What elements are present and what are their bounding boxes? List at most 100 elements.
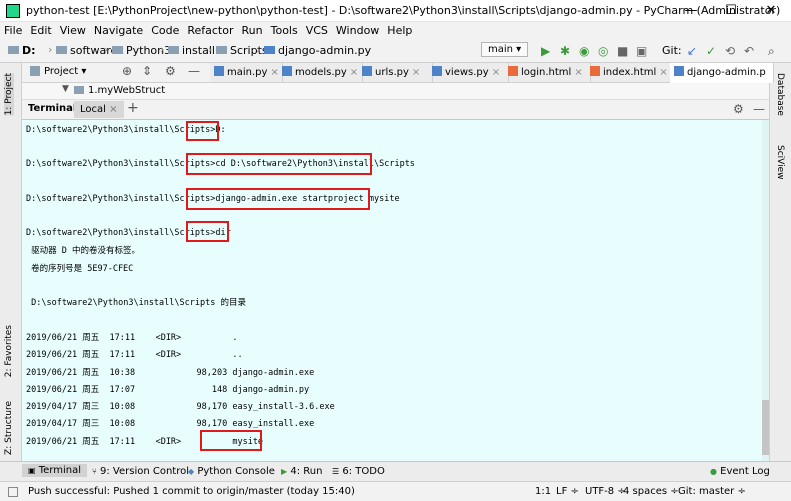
caret-position[interactable]: 1:1 [535, 486, 551, 497]
history-icon[interactable]: ⟲ [725, 44, 735, 58]
folder-icon [8, 46, 19, 54]
file-encoding[interactable]: UTF-8 ÷ [585, 486, 626, 497]
scrollbar-thumb[interactable] [762, 400, 769, 455]
menu-refactor[interactable]: Refactor [183, 22, 237, 39]
todo-tool-button[interactable]: ☰ 6: TODO [332, 466, 385, 477]
debug-icon[interactable]: ✱ [560, 44, 570, 58]
run-icon[interactable]: ▶ [541, 44, 550, 58]
menu-vcs[interactable]: VCS [302, 22, 332, 39]
python-file-icon [432, 66, 442, 76]
commit-icon[interactable]: ✓ [706, 44, 716, 58]
chevron-down-icon[interactable]: ▼ [62, 84, 69, 94]
tab-models-py[interactable]: models.py × [278, 63, 363, 83]
html-file-icon [590, 66, 600, 76]
terminal-icon: ▣ [28, 466, 36, 475]
git-branch[interactable]: Git: master ÷ [678, 486, 746, 497]
run-icon: ▶ [281, 467, 288, 476]
update-icon[interactable]: ↙ [687, 44, 697, 58]
terminal-tab-local[interactable]: Local × [74, 101, 124, 118]
highlight-box [186, 221, 229, 242]
minimize-button[interactable]: — [671, 0, 711, 22]
event-log-icon: ● [710, 467, 717, 476]
event-log-tool-button[interactable]: ● Event Log [710, 466, 770, 477]
navigation-bar: D: › software2 › Python3 › install › Scr… [0, 39, 791, 63]
menu-help[interactable]: Help [383, 22, 416, 39]
breadcrumb-drive[interactable]: D: [8, 44, 36, 57]
line-separator[interactable]: LF ÷ [556, 486, 579, 497]
layout-icon[interactable]: ▣ [636, 44, 647, 58]
close-tab-icon[interactable]: × [574, 67, 582, 78]
search-icon[interactable]: ⌕ [768, 44, 775, 59]
locate-icon[interactable]: ⊕ [122, 64, 132, 78]
close-tab-icon[interactable]: × [659, 67, 667, 78]
title-bar: python-test [E:\PythonProject\new-python… [0, 0, 791, 22]
python-file-icon [214, 66, 224, 76]
menu-tools[interactable]: Tools [267, 22, 302, 39]
terminal-scrollbar[interactable] [762, 120, 769, 461]
tab-urls-py[interactable]: urls.py × [358, 63, 433, 83]
tool-window-bar: ▣ Terminal ⑂ 9: Version Control ◆ Python… [0, 461, 791, 481]
collapse-icon[interactable]: ⇕ [142, 64, 152, 78]
add-terminal-icon[interactable]: + [127, 100, 139, 116]
menu-file[interactable]: File [0, 22, 26, 39]
python-file-icon [264, 46, 275, 54]
menu-view[interactable]: View [56, 22, 90, 39]
indent-setting[interactable]: 4 spaces ÷ [623, 486, 679, 497]
hide-icon[interactable]: — [753, 102, 765, 116]
tab-views-py[interactable]: views.py × [428, 63, 509, 83]
revert-icon[interactable]: ↶ [744, 44, 754, 58]
close-tab-icon[interactable]: × [412, 67, 420, 78]
menu-bar: File Edit View Navigate Code Refactor Run Tools… [0, 22, 791, 39]
close-tab-icon[interactable]: × [109, 104, 117, 115]
gear-icon[interactable]: ⚙ [165, 64, 176, 78]
folder-icon [56, 46, 67, 54]
folder-icon [112, 46, 123, 54]
tab-django-admin-py[interactable]: django-admin.p [670, 63, 774, 83]
close-tab-icon[interactable]: × [350, 67, 358, 78]
menu-edit[interactable]: Edit [26, 22, 55, 39]
menu-code[interactable]: Code [147, 22, 183, 39]
breadcrumb-separator: › [256, 43, 261, 56]
terminal-line: 卷的序列号是 5E97-CFEC [26, 264, 134, 274]
coverage-icon[interactable]: ◉ [579, 44, 589, 58]
terminal-tool-button[interactable]: ▣ Terminal [22, 464, 88, 477]
menu-navigate[interactable]: Navigate [90, 22, 147, 39]
sciview-tool-button[interactable]: SciView [775, 145, 785, 180]
project-tool-button[interactable]: 1: Project [4, 73, 14, 116]
gear-icon[interactable]: ⚙ [733, 102, 744, 116]
menu-run[interactable]: Run [238, 22, 267, 39]
tab-index-html[interactable]: index.html × [586, 63, 675, 83]
python-file-icon [282, 66, 292, 76]
toggle-tool-windows-icon[interactable] [8, 487, 18, 497]
python-file-icon [362, 66, 372, 76]
tab-main-py[interactable]: main.py × [210, 63, 283, 83]
run-tool-button[interactable]: ▶ 4: Run [281, 466, 322, 477]
left-tool-strip: 1: Project 2: Favorites Z: Structure [0, 63, 22, 461]
tab-login-html[interactable]: login.html × [504, 63, 591, 83]
status-message[interactable]: Push successful: Pushed 1 commit to orig… [28, 486, 355, 497]
profile-icon[interactable]: ◎ [598, 44, 608, 58]
tree-item[interactable]: 1.myWebStruct [88, 85, 165, 96]
close-tab-icon[interactable]: × [492, 67, 500, 78]
close-button[interactable]: ✕ [751, 0, 791, 22]
project-tree: ▼ 1.myWebStruct [22, 83, 769, 100]
terminal-line: 2019/04/17 周三 10:08 98,170 easy_install-… [26, 402, 335, 412]
html-file-icon [508, 66, 518, 76]
database-tool-button[interactable]: Database [775, 73, 785, 116]
version-control-tool-button[interactable]: ⑂ 9: Version Control [92, 466, 189, 477]
python-console-tool-button[interactable]: ◆ Python Console [188, 466, 275, 477]
hide-icon[interactable]: — [188, 64, 200, 78]
folder-icon [168, 46, 179, 54]
maximize-button[interactable]: ☐ [711, 0, 751, 22]
terminal-output[interactable]: D:\software2\Python3\install\Scripts>D: … [22, 120, 769, 461]
stop-icon[interactable]: ■ [617, 44, 628, 58]
structure-tool-button[interactable]: Z: Structure [4, 401, 14, 455]
breadcrumb-file[interactable]: django-admin.py [264, 44, 371, 57]
run-config-select[interactable]: main ▾ [481, 42, 529, 57]
editor-tabs: main.py × models.py × urls.py × views.py × l… [210, 63, 774, 83]
project-view-select[interactable]: Project ▾ [44, 66, 86, 77]
favorites-tool-button[interactable]: 2: Favorites [4, 325, 14, 377]
window-title: python-test [E:\PythonProject\new-python… [26, 4, 781, 17]
menu-window[interactable]: Window [332, 22, 383, 39]
highlight-box [186, 188, 370, 210]
